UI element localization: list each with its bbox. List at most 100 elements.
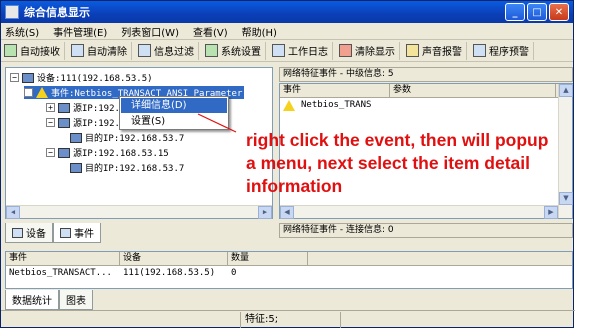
status-empty bbox=[1, 311, 241, 328]
computer-icon bbox=[58, 117, 70, 128]
bottom-tabs: 数据统计 图表 bbox=[5, 290, 93, 310]
menu-bar: 系统(S) 事件管理(E) 列表窗口(W) 查看(V) 帮助(H) bbox=[1, 23, 573, 40]
grid-header: 事件 设备 数量 bbox=[6, 252, 572, 266]
table-row[interactable]: Netbios_TRANSACT... 111(192.168.53.5) 0 bbox=[6, 266, 572, 280]
table-row[interactable]: Netbios_TRANS bbox=[280, 98, 572, 112]
maximize-button[interactable]: □ bbox=[527, 3, 547, 21]
warning-icon bbox=[283, 99, 295, 111]
scroll-left-icon[interactable]: ◀ bbox=[280, 206, 294, 219]
status-bar: 特征:5; bbox=[1, 310, 575, 328]
tab-device[interactable]: 设备 bbox=[5, 223, 53, 243]
info-filter-label: 信息过滤 bbox=[154, 47, 194, 58]
scroll-right-icon[interactable]: ▶ bbox=[544, 206, 558, 219]
collapse-toggle[interactable]: − bbox=[10, 73, 19, 82]
sound-alarm-button[interactable]: 声音报警 bbox=[406, 41, 467, 60]
speaker-icon bbox=[406, 44, 419, 57]
horizontal-scrollbar[interactable]: ◀ ▶ bbox=[280, 205, 558, 219]
event-icon bbox=[60, 227, 71, 238]
menu-list-window[interactable]: 列表窗口(W) bbox=[121, 24, 179, 39]
menu-help[interactable]: 帮助(H) bbox=[242, 24, 277, 39]
annotation-line: right click the event, then will popup bbox=[246, 130, 549, 150]
grid-header: 事件 参数 bbox=[280, 84, 572, 98]
computer-icon bbox=[22, 72, 34, 83]
destination-ip-label: 目的IP:192.168.53.7 bbox=[85, 164, 185, 174]
column-parameter[interactable]: 参数 bbox=[390, 84, 556, 97]
row-event-cell: Netbios_TRANS bbox=[301, 100, 372, 110]
collapse-toggle[interactable]: − bbox=[24, 88, 33, 97]
tab-event[interactable]: 事件 bbox=[53, 223, 101, 243]
app-icon bbox=[5, 5, 19, 19]
title-bar[interactable]: 综合信息显示 _ □ ✕ bbox=[1, 1, 573, 23]
clear-display-button[interactable]: 清除显示 bbox=[339, 41, 400, 60]
tree-node-destination[interactable]: 目的IP:192.168.53.7 bbox=[70, 131, 184, 144]
minimize-button[interactable]: _ bbox=[505, 3, 525, 21]
expand-toggle[interactable]: + bbox=[46, 103, 55, 112]
tree-node-device[interactable]: − 设备:111(192.168.53.5) bbox=[10, 71, 153, 84]
filter-icon bbox=[138, 44, 151, 57]
horizontal-scrollbar[interactable]: ◀ ▶ bbox=[6, 205, 272, 219]
scroll-right-icon[interactable]: ▶ bbox=[258, 206, 272, 219]
column-device[interactable]: 设备 bbox=[120, 252, 228, 265]
tab-device-label: 设备 bbox=[26, 229, 46, 240]
clear-display-label: 清除显示 bbox=[355, 47, 395, 58]
warning-icon bbox=[36, 87, 48, 98]
row-event-cell: Netbios_TRANSACT... bbox=[9, 268, 112, 278]
receive-icon bbox=[4, 44, 17, 57]
scroll-left-icon[interactable]: ◀ bbox=[6, 206, 20, 219]
system-settings-button[interactable]: 系统设置 bbox=[205, 41, 266, 60]
clear-display-icon bbox=[339, 44, 352, 57]
pointer-line bbox=[197, 113, 237, 133]
column-count[interactable]: 数量 bbox=[228, 252, 308, 265]
menu-item-detail-info[interactable]: 详细信息(D) bbox=[121, 98, 227, 113]
program-alert-label: 程序预警 bbox=[489, 47, 529, 58]
destination-ip-label: 目的IP:192.168.53.7 bbox=[85, 134, 185, 144]
scroll-up-icon[interactable]: ▲ bbox=[559, 84, 573, 97]
work-log-label: 工作日志 bbox=[288, 47, 328, 58]
menu-system[interactable]: 系统(S) bbox=[5, 24, 39, 39]
clear-icon bbox=[71, 44, 84, 57]
device-label: 设备:111(192.168.53.5) bbox=[37, 74, 153, 84]
row-device-cell: 111(192.168.53.5) bbox=[123, 268, 216, 278]
status-features: 特征:5; bbox=[241, 311, 341, 328]
column-event[interactable]: 事件 bbox=[280, 84, 390, 97]
work-log-button[interactable]: 工作日志 bbox=[272, 41, 333, 60]
status-spacer bbox=[341, 312, 575, 328]
auto-clear-button[interactable]: 自动清除 bbox=[71, 41, 132, 60]
sound-alarm-label: 声音报警 bbox=[422, 47, 462, 58]
info-filter-button[interactable]: 信息过滤 bbox=[138, 41, 199, 60]
intermediate-info-header: 网络特征事件 - 中级信息: 5 bbox=[279, 67, 573, 82]
left-tabs: 设备 事件 bbox=[5, 223, 101, 243]
computer-icon bbox=[58, 147, 70, 158]
toolbar: 自动接收 自动清除 信息过滤 系统设置 工作日志 清除显示 声音报警 程序预警 bbox=[1, 40, 573, 62]
row-count-cell: 0 bbox=[231, 268, 237, 278]
log-icon bbox=[272, 44, 285, 57]
column-event[interactable]: 事件 bbox=[6, 252, 120, 265]
connection-info-header: 网络特征事件 - 连接信息: 0 bbox=[279, 223, 573, 238]
alert-icon bbox=[473, 44, 486, 57]
annotation-line: a menu, next select the item detail bbox=[246, 153, 530, 173]
tab-statistics[interactable]: 数据统计 bbox=[5, 290, 59, 310]
collapse-toggle[interactable]: − bbox=[46, 148, 55, 157]
statistics-grid[interactable]: 事件 设备 数量 Netbios_TRANSACT... 111(192.168… bbox=[5, 251, 573, 289]
auto-clear-label: 自动清除 bbox=[87, 47, 127, 58]
window-title: 综合信息显示 bbox=[24, 6, 90, 19]
settings-icon bbox=[205, 44, 218, 57]
tab-chart[interactable]: 图表 bbox=[59, 290, 93, 310]
computer-icon bbox=[70, 132, 82, 143]
source-ip-label: 源IP:192.168.53.15 bbox=[73, 149, 169, 159]
tab-event-label: 事件 bbox=[74, 229, 94, 240]
annotation-text: right click the event, then will popup a… bbox=[246, 129, 600, 198]
collapse-toggle[interactable]: − bbox=[46, 118, 55, 127]
program-alert-button[interactable]: 程序预警 bbox=[473, 41, 534, 60]
computer-icon bbox=[58, 102, 70, 113]
menu-view[interactable]: 查看(V) bbox=[193, 24, 228, 39]
menu-event-management[interactable]: 事件管理(E) bbox=[53, 24, 107, 39]
device-icon bbox=[12, 227, 23, 238]
device-tree[interactable]: − 设备:111(192.168.53.5) − 事件:Netbios_TRAN… bbox=[5, 67, 273, 219]
tree-node-source[interactable]: − 源IP:192.168.53.15 bbox=[46, 146, 169, 159]
computer-icon bbox=[70, 162, 82, 173]
close-button[interactable]: ✕ bbox=[549, 3, 569, 21]
auto-receive-button[interactable]: 自动接收 bbox=[4, 41, 65, 60]
annotation-line: information bbox=[246, 176, 343, 196]
tree-node-destination[interactable]: 目的IP:192.168.53.7 bbox=[70, 161, 184, 174]
